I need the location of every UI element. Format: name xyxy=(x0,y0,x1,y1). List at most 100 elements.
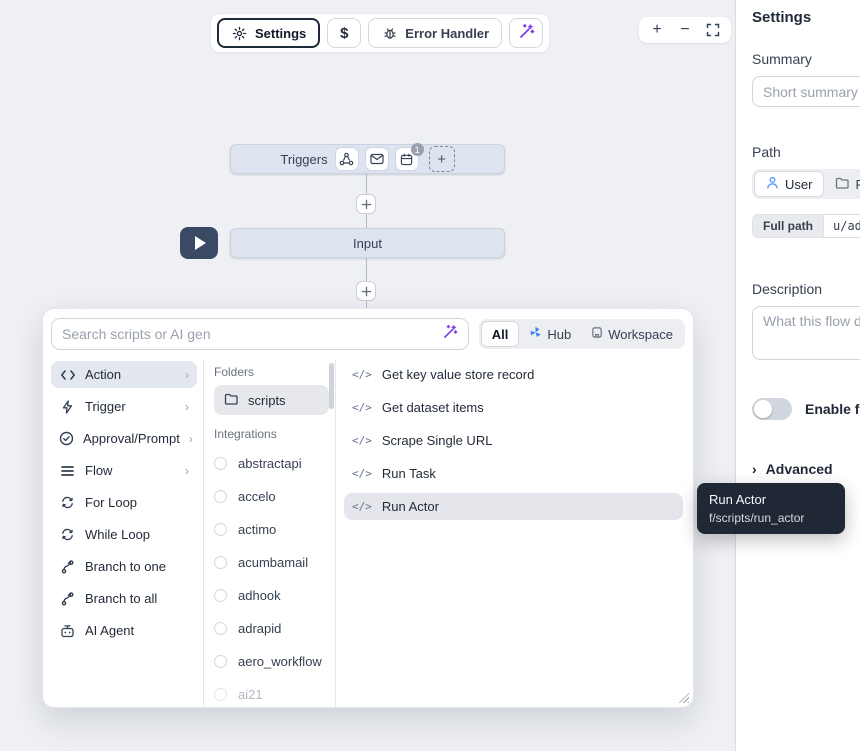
enable-toggle[interactable] xyxy=(752,398,792,420)
plus-cross-icon xyxy=(361,286,372,297)
sidebar-item[interactable]: Branch to all › xyxy=(51,585,197,612)
tab-hub-label: Hub xyxy=(547,327,571,342)
dollar-icon: $ xyxy=(340,25,348,42)
ai-assist-button[interactable] xyxy=(509,18,543,48)
step-kind-icon xyxy=(59,496,76,509)
settings-button-label: Settings xyxy=(255,26,306,41)
insert-step-button-top[interactable] xyxy=(356,194,376,214)
script-result-item[interactable]: </> Run Actor xyxy=(344,493,683,520)
integration-name: accelo xyxy=(238,489,276,504)
tab-hub[interactable]: Hub xyxy=(519,321,581,347)
sidebar-item[interactable]: While Loop › xyxy=(51,521,197,548)
integration-item[interactable]: acumbamail xyxy=(214,546,329,579)
integration-item[interactable]: abstractapi xyxy=(214,447,329,480)
integration-item[interactable]: accelo xyxy=(214,480,329,513)
canvas-zoom-controls: + − xyxy=(639,17,731,43)
advanced-label: Advanced xyxy=(766,461,833,477)
integration-logo-placeholder xyxy=(214,688,227,701)
integrations-scrollbar[interactable] xyxy=(329,363,334,409)
panel-title: Settings xyxy=(752,9,860,26)
step-kind-icon xyxy=(59,624,76,638)
run-flow-button[interactable] xyxy=(180,227,218,259)
integration-item[interactable]: aero_workflow xyxy=(214,645,329,678)
sidebar-item[interactable]: AI Agent › xyxy=(51,617,197,644)
sidebar-item[interactable]: Flow › xyxy=(51,457,197,484)
sidebar-item-label: While Loop xyxy=(85,527,150,542)
step-picker-modal: All Hub Workspace Action › xyxy=(42,308,694,708)
hub-icon xyxy=(529,326,542,342)
cost-button[interactable]: $ xyxy=(327,18,361,48)
summary-input[interactable] xyxy=(752,76,860,107)
email-trigger-button[interactable] xyxy=(366,148,388,170)
insert-step-button-bottom[interactable] xyxy=(356,281,376,301)
sidebar-item-label: AI Agent xyxy=(85,623,134,638)
full-path-value[interactable]: u/admin xyxy=(824,214,860,238)
step-kind-sidebar: Action › Trigger › Approval/Prompt › Flo… xyxy=(51,359,203,707)
integrations-heading: Integrations xyxy=(214,427,329,441)
integration-item[interactable]: adhook xyxy=(214,579,329,612)
path-folder-button[interactable]: Folder xyxy=(824,171,860,197)
source-tabs: All Hub Workspace xyxy=(479,319,685,349)
path-label: Path xyxy=(752,144,860,160)
error-handler-button[interactable]: Error Handler xyxy=(368,18,502,48)
sidebar-item[interactable]: Branch to one › xyxy=(51,553,197,580)
path-owner-toggle: User Folder xyxy=(752,169,860,199)
integration-item[interactable]: actimo xyxy=(214,513,329,546)
fit-view-button[interactable] xyxy=(701,19,725,41)
description-input[interactable] xyxy=(752,306,860,360)
add-trigger-button[interactable]: + xyxy=(429,146,455,172)
step-kind-icon xyxy=(59,592,76,606)
schedule-trigger-button[interactable]: 1 xyxy=(396,148,418,170)
zoom-in-button[interactable]: + xyxy=(645,19,669,41)
search-input[interactable] xyxy=(62,326,442,342)
tab-all[interactable]: All xyxy=(481,321,520,347)
sidebar-item-label: Approval/Prompt xyxy=(83,431,180,446)
sidebar-item[interactable]: Action › xyxy=(51,361,197,388)
enable-toggle-label: Enable fi xyxy=(805,401,860,417)
script-result-label: Get dataset items xyxy=(382,400,484,415)
script-result-item[interactable]: </> Run Task xyxy=(344,460,683,487)
search-box[interactable] xyxy=(51,318,469,350)
path-user-label: User xyxy=(785,177,812,192)
settings-button[interactable]: Settings xyxy=(217,18,320,48)
path-user-button[interactable]: User xyxy=(754,171,824,197)
integration-logo-placeholder xyxy=(214,622,227,635)
script-result-label: Get key value store record xyxy=(382,367,534,382)
magic-wand-icon xyxy=(518,23,535,43)
folders-heading: Folders xyxy=(214,365,329,379)
integration-item[interactable]: ai21 xyxy=(214,678,329,707)
chevron-right-icon: › xyxy=(752,461,757,477)
integrations-list: abstractapi accelo actimo acumbamail xyxy=(214,447,329,707)
sidebar-item[interactable]: For Loop › xyxy=(51,489,197,516)
mail-icon xyxy=(370,153,384,165)
script-result-item[interactable]: </> Get dataset items xyxy=(344,394,683,421)
schedule-count-badge: 1 xyxy=(411,143,424,156)
integration-name: acumbamail xyxy=(238,555,308,570)
picker-body: Action › Trigger › Approval/Prompt › Flo… xyxy=(43,355,693,707)
sidebar-item[interactable]: Trigger › xyxy=(51,393,197,420)
gear-icon xyxy=(231,26,248,41)
integration-item[interactable]: adrapid xyxy=(214,612,329,645)
advanced-section-toggle[interactable]: › Advanced xyxy=(752,461,860,477)
integration-name: ai21 xyxy=(238,687,263,702)
workspace-icon xyxy=(591,326,603,342)
input-node[interactable]: Input xyxy=(230,228,505,258)
sidebar-item-label: Flow xyxy=(85,463,112,478)
tooltip-path: f/scripts/run_actor xyxy=(709,511,833,525)
sidebar-item[interactable]: Approval/Prompt › xyxy=(51,425,197,452)
integration-name: actimo xyxy=(238,522,276,537)
triggers-node[interactable]: Triggers 1 + xyxy=(230,144,505,174)
magic-wand-icon[interactable] xyxy=(442,324,458,345)
zoom-out-button[interactable]: − xyxy=(673,19,697,41)
script-result-item[interactable]: </> Scrape Single URL xyxy=(344,427,683,454)
full-path-row: Full path u/admin xyxy=(752,214,860,238)
integration-name: aero_workflow xyxy=(238,654,322,669)
script-result-item[interactable]: </> Get key value store record xyxy=(344,361,683,388)
webhook-trigger-button[interactable] xyxy=(336,148,358,170)
tab-workspace-label: Workspace xyxy=(608,327,673,342)
chevron-right-icon: › xyxy=(185,464,189,478)
tab-workspace[interactable]: Workspace xyxy=(581,321,683,347)
results-column: </> Get key value store record </> Get d… xyxy=(335,359,689,707)
folder-item[interactable]: scripts xyxy=(214,385,329,415)
integration-logo-placeholder xyxy=(214,457,227,470)
